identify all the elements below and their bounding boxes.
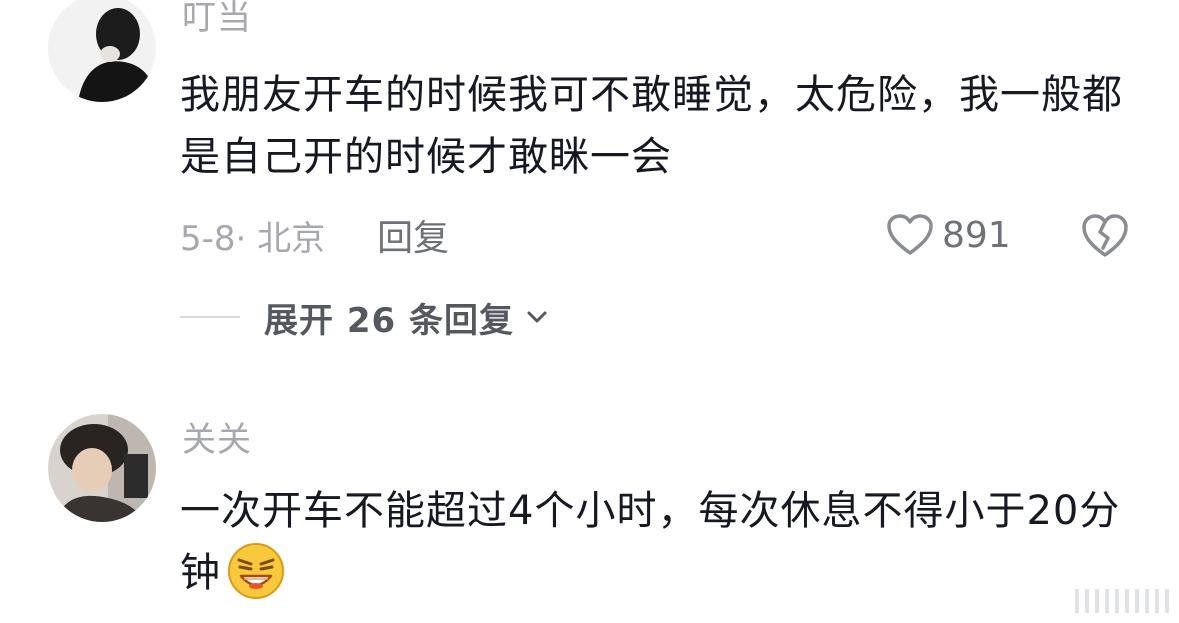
comment-text: 一次开车不能超过4个小时，每次休息不得小于20分钟	[180, 480, 1140, 604]
expand-replies-label: 展开 26 条回复	[264, 300, 514, 341]
avatar[interactable]	[48, 0, 156, 102]
avatar[interactable]	[48, 414, 156, 522]
heart-outline-icon	[887, 214, 933, 255]
watermark	[1075, 589, 1169, 613]
reply-button[interactable]: 回复	[377, 209, 449, 261]
expand-replies-button[interactable]: 展开 26 条回复	[180, 294, 550, 341]
comment-text: 我朋友开车的时候我可不敢睡觉，太危险，我一般都是自己开的时候才敢眯一会	[180, 72, 1123, 180]
comment-meta: 5-8· 北京 回复	[180, 209, 449, 261]
broken-heart-icon	[1082, 214, 1128, 257]
chevron-down-icon	[524, 304, 550, 330]
date-location: 5-8· 北京	[180, 218, 326, 259]
username[interactable]: 叮当	[182, 0, 252, 38]
dislike-button[interactable]	[1080, 210, 1130, 260]
comment-body: 一次开车不能超过4个小时，每次休息不得小于20分钟	[180, 488, 1121, 596]
like-button[interactable]: 891	[886, 210, 1011, 260]
username[interactable]: 关关	[182, 420, 252, 460]
divider	[180, 316, 240, 318]
like-count: 891	[942, 214, 1011, 256]
grimacing-laugh-emoji	[227, 542, 285, 600]
